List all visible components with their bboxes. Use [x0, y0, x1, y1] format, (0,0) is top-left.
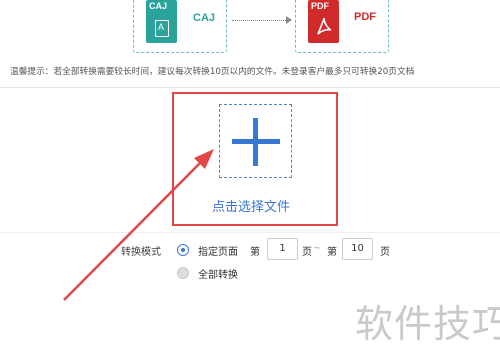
watermark: 软件技巧 [355, 302, 500, 346]
